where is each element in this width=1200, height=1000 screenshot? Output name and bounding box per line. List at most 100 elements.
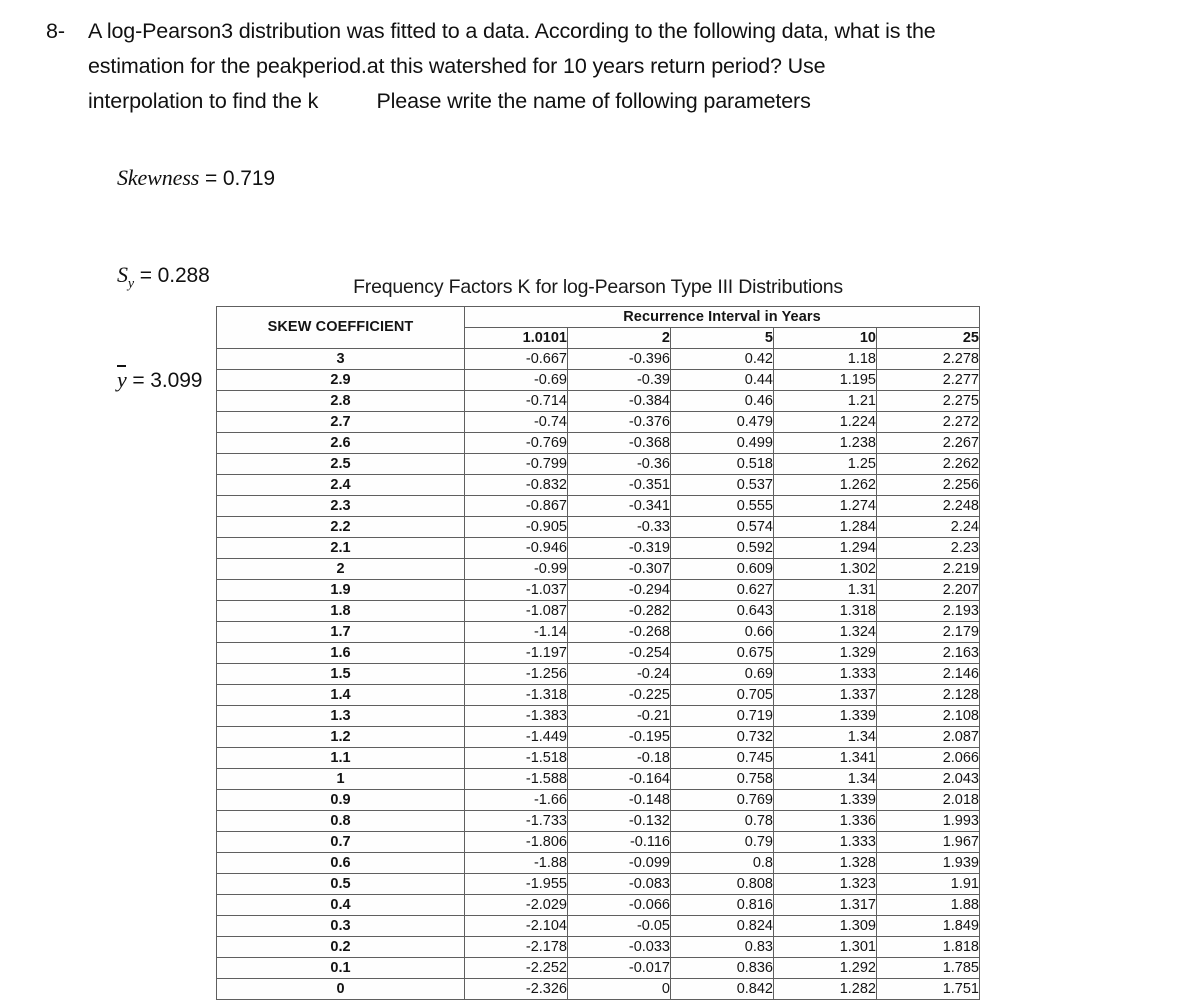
k-value-cell: -0.39 <box>567 369 671 391</box>
k-value-cell: 1.939 <box>876 852 980 874</box>
table-row: 2.3 -0.867 -0.341 0.555 1.274 2.248 <box>216 495 980 517</box>
k-value-cell: -1.588 <box>464 768 568 790</box>
frequency-factor-table-wrapper: SKEW COEFFICIENT Recurrence Interval in … <box>216 306 980 1000</box>
k-value-cell: -0.099 <box>567 852 671 874</box>
k-value-cell: 1.238 <box>773 432 877 454</box>
k-value-cell: -0.99 <box>464 558 568 580</box>
k-value-cell: 0.79 <box>670 831 774 853</box>
table-row: 2.2 -0.905 -0.33 0.574 1.284 2.24 <box>216 516 980 538</box>
k-value-cell: -0.116 <box>567 831 671 853</box>
k-value-cell: -0.832 <box>464 474 568 496</box>
k-value-cell: -1.383 <box>464 705 568 727</box>
k-value-cell: -2.252 <box>464 957 568 979</box>
k-value-cell: 1.274 <box>773 495 877 517</box>
table-row: 1.7 -1.14 -0.268 0.66 1.324 2.179 <box>216 621 980 643</box>
question-row: 8- A log-Pearson3 distribution was fitte… <box>46 14 1166 119</box>
k-value-cell: -0.946 <box>464 537 568 559</box>
k-value-cell: -0.017 <box>567 957 671 979</box>
k-value-cell: 1.224 <box>773 411 877 433</box>
k-value-cell: -0.132 <box>567 810 671 832</box>
table-header-row-top: SKEW COEFFICIENT Recurrence Interval in … <box>216 306 980 349</box>
question-line-1: A log-Pearson3 distribution was fitted t… <box>88 19 936 43</box>
skew-value-cell: 2.5 <box>216 453 465 475</box>
k-value-cell: 0.769 <box>670 789 774 811</box>
k-value-cell: -0.69 <box>464 369 568 391</box>
interval-header-25: 25 <box>876 327 980 349</box>
table-row: 2.6 -0.769 -0.368 0.499 1.238 2.267 <box>216 432 980 454</box>
k-value-cell: 1.31 <box>773 579 877 601</box>
k-value-cell: -0.307 <box>567 558 671 580</box>
k-value-cell: -2.104 <box>464 915 568 937</box>
k-value-cell: 1.341 <box>773 747 877 769</box>
k-value-cell: 2.272 <box>876 411 980 433</box>
table-row: 0 -2.326 0 0.842 1.282 1.751 <box>216 978 980 1000</box>
table-row: 1.3 -1.383 -0.21 0.719 1.339 2.108 <box>216 705 980 727</box>
k-value-cell: 0.479 <box>670 411 774 433</box>
table-head: SKEW COEFFICIENT Recurrence Interval in … <box>216 306 980 349</box>
parameter-skewness-value: 0.719 <box>222 167 275 190</box>
table-row: 1.5 -1.256 -0.24 0.69 1.333 2.146 <box>216 663 980 685</box>
k-value-cell: 0.592 <box>670 537 774 559</box>
frequency-factor-table: SKEW COEFFICIENT Recurrence Interval in … <box>216 306 980 1000</box>
k-value-cell: 0.675 <box>670 642 774 664</box>
k-value-cell: 1.34 <box>773 768 877 790</box>
k-value-cell: 1.317 <box>773 894 877 916</box>
k-value-cell: 0.719 <box>670 705 774 727</box>
interval-header-10: 10 <box>773 327 877 349</box>
k-value-cell: 1.333 <box>773 663 877 685</box>
k-value-cell: 2.267 <box>876 432 980 454</box>
table-row: 0.1 -2.252 -0.017 0.836 1.292 1.785 <box>216 957 980 979</box>
k-value-cell: 1.993 <box>876 810 980 832</box>
k-value-cell: 0.842 <box>670 978 774 1000</box>
skew-value-cell: 0.9 <box>216 789 465 811</box>
skew-value-cell: 2.8 <box>216 390 465 412</box>
k-value-cell: 0.745 <box>670 747 774 769</box>
k-value-cell: 2.018 <box>876 789 980 811</box>
k-value-cell: -0.18 <box>567 747 671 769</box>
skew-value-cell: 0.3 <box>216 915 465 937</box>
k-value-cell: -2.029 <box>464 894 568 916</box>
k-value-cell: -0.376 <box>567 411 671 433</box>
skew-value-cell: 1.7 <box>216 621 465 643</box>
skew-value-cell: 1.4 <box>216 684 465 706</box>
k-value-cell: 1.88 <box>876 894 980 916</box>
table-row: 0.9 -1.66 -0.148 0.769 1.339 2.018 <box>216 789 980 811</box>
table-row: 2.1 -0.946 -0.319 0.592 1.294 2.23 <box>216 537 980 559</box>
table-row: 0.4 -2.029 -0.066 0.816 1.317 1.88 <box>216 894 980 916</box>
k-value-cell: 0.836 <box>670 957 774 979</box>
table-row: 2 -0.99 -0.307 0.609 1.302 2.219 <box>216 558 980 580</box>
table-body: 3 -0.667 -0.396 0.42 1.18 2.278 2.9 -0.69 -0.39 0… <box>216 348 980 1000</box>
parameter-sy-value: 0.288 <box>157 264 210 287</box>
k-value-cell: -0.282 <box>567 600 671 622</box>
parameter-ybar-value: 3.099 <box>150 369 203 393</box>
k-value-cell: 1.25 <box>773 453 877 475</box>
k-value-cell: 2.256 <box>876 474 980 496</box>
k-value-cell: -1.256 <box>464 663 568 685</box>
k-value-cell: 1.21 <box>773 390 877 412</box>
k-value-cell: -1.518 <box>464 747 568 769</box>
table-row: 0.2 -2.178 -0.033 0.83 1.301 1.818 <box>216 936 980 958</box>
k-value-cell: 2.262 <box>876 453 980 475</box>
k-value-cell: 1.324 <box>773 621 877 643</box>
k-value-cell: 1.284 <box>773 516 877 538</box>
k-value-cell: 1.323 <box>773 873 877 895</box>
k-value-cell: -0.21 <box>567 705 671 727</box>
k-value-cell: -0.066 <box>567 894 671 916</box>
k-value-cell: 1.339 <box>773 705 877 727</box>
parameter-sy-base: S <box>116 262 128 287</box>
k-value-cell: -1.66 <box>464 789 568 811</box>
k-value-cell: -0.164 <box>567 768 671 790</box>
k-value-cell: 2.193 <box>876 600 980 622</box>
k-value-cell: 0.537 <box>670 474 774 496</box>
k-value-cell: 0.627 <box>670 579 774 601</box>
k-value-cell: 0.499 <box>670 432 774 454</box>
k-value-cell: -1.449 <box>464 726 568 748</box>
skew-value-cell: 1.1 <box>216 747 465 769</box>
k-value-cell: -0.33 <box>567 516 671 538</box>
k-value-cell: 1.91 <box>876 873 980 895</box>
parameter-skewness: Skewness = 0.719 <box>94 130 275 227</box>
k-value-cell: 0.518 <box>670 453 774 475</box>
skew-value-cell: 1.2 <box>216 726 465 748</box>
k-value-cell: -0.905 <box>464 516 568 538</box>
k-value-cell: 1.785 <box>876 957 980 979</box>
